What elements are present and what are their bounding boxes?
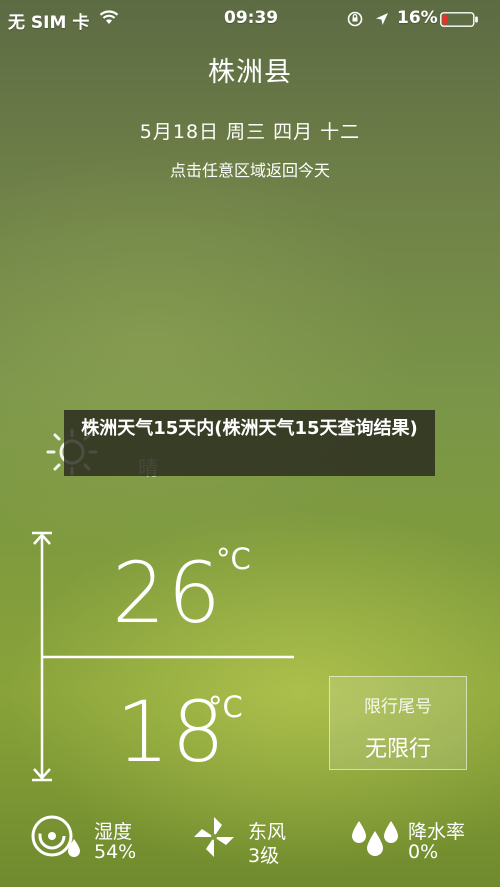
orientation-lock-icon (347, 11, 363, 27)
humidity-value: 54% (94, 841, 137, 863)
precipitation-label: 降水率 (408, 821, 466, 843)
carrier-label: 无 SIM 卡 (8, 13, 90, 33)
location-arrow-icon (376, 13, 388, 25)
status-bar: 无 SIM 卡 09:39 16% (0, 4, 500, 33)
rain-drops-icon (352, 821, 398, 856)
low-temperature-unit: °C (208, 690, 243, 724)
high-temperature-unit: °C (216, 542, 251, 576)
return-today-hint[interactable]: 点击任意区域返回今天 (0, 157, 500, 181)
city-name[interactable]: 株洲县 (0, 50, 500, 89)
high-temperature: 26 (112, 544, 223, 642)
wind-value: 3级 (248, 845, 280, 867)
battery-percent: 16% (397, 8, 438, 28)
clock: 09:39 (224, 8, 279, 28)
wifi-icon (99, 10, 119, 24)
battery-icon (440, 12, 478, 27)
title-banner: 株洲天气15天内(株洲天气15天查询结果) (64, 410, 435, 476)
humidity-label: 湿度 (94, 821, 133, 843)
wind-label: 东风 (248, 821, 287, 843)
wind-icon (194, 817, 234, 857)
humidity-icon (31, 815, 80, 857)
precipitation-value: 0% (408, 841, 439, 863)
date-line: 5月18日 周三 四月 十二 (139, 121, 361, 143)
traffic-limit-card[interactable]: 限行尾号 无限行 (329, 676, 467, 770)
traffic-limit-title: 限行尾号 (364, 697, 432, 717)
traffic-limit-value: 无限行 (364, 737, 431, 762)
